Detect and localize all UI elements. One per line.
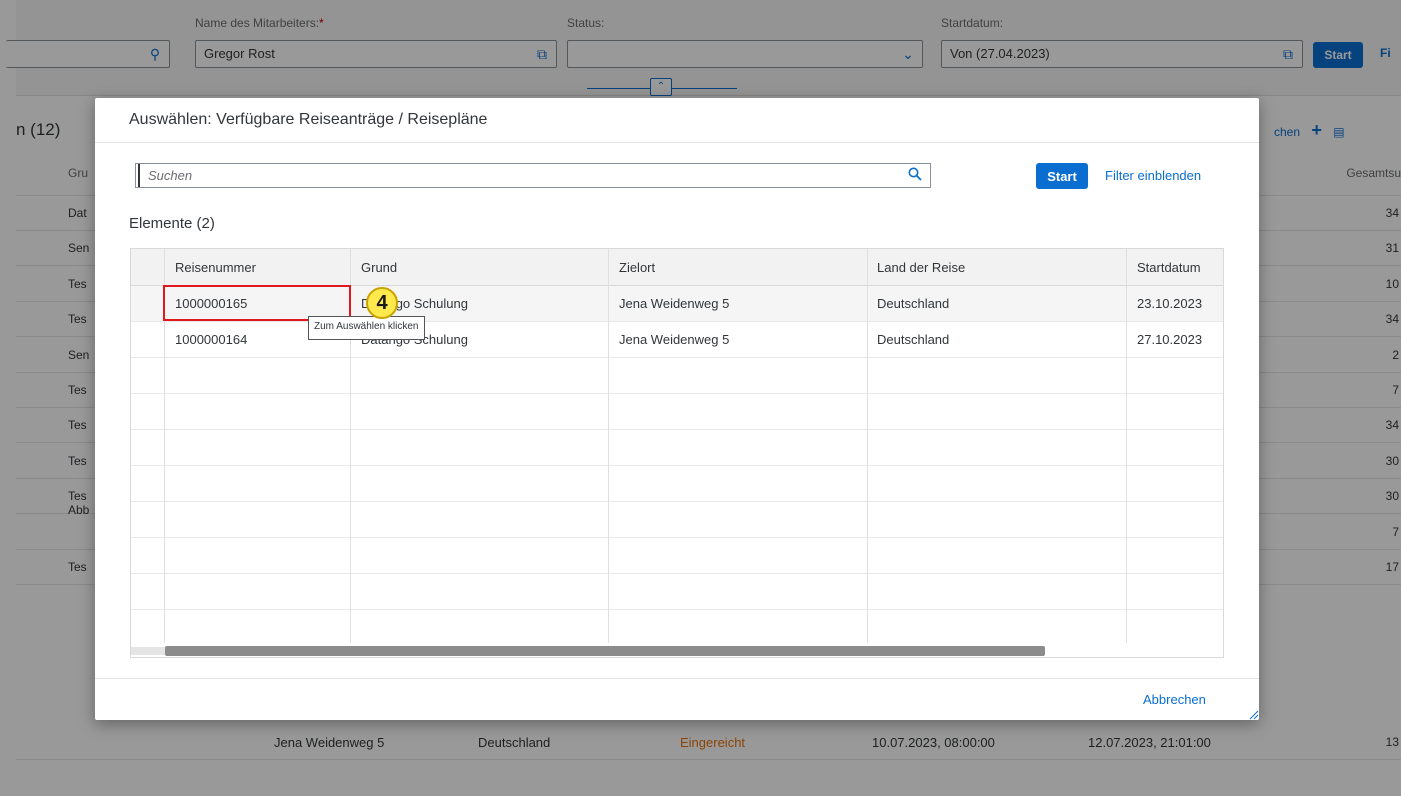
column-header-land[interactable]: Land der Reise [877,260,965,275]
cell-zielort: Jena Weidenweg 5 [619,296,730,311]
select-dialog: Auswählen: Verfügbare Reiseanträge / Rei… [95,98,1259,720]
elements-title: Elemente (2) [129,215,215,232]
column-header-grund[interactable]: Grund [361,260,397,275]
cell-zielort: Jena Weidenweg 5 [619,332,730,347]
scrollbar-track [131,647,165,655]
empty-row [131,502,1223,538]
empty-row [131,430,1223,466]
empty-row [131,358,1223,394]
empty-row [131,538,1223,574]
cell-land: Deutschland [877,296,950,311]
tooltip: Zum Auswählen klicken [308,316,425,340]
column-divider [1126,249,1127,643]
column-divider [608,249,609,643]
horizontal-scrollbar[interactable] [131,643,1223,657]
column-header-reisenummer[interactable]: Reisenummer [175,260,256,275]
column-divider [867,249,868,643]
search-box[interactable] [135,163,931,188]
cancel-button[interactable]: Abbrechen [1143,692,1206,707]
cell-land: Deutschland [877,332,950,347]
scrollbar-thumb[interactable] [165,646,1045,656]
column-header-startdatum[interactable]: Startdatum [1137,260,1201,275]
empty-row [131,610,1223,646]
cell-startdatum: 23.10.2023 [1137,296,1203,311]
show-filter-link[interactable]: Filter einblenden [1105,168,1201,183]
empty-row [131,574,1223,610]
divider [95,142,1259,143]
empty-row [131,466,1223,502]
cell-startdatum: 27.10.2023 [1137,332,1203,347]
step-number-badge: 4 [366,287,398,319]
page: ⚲ Name des Mitarbeiters:* Gregor Rost ⧉ … [0,0,1401,796]
empty-row [131,394,1223,430]
table-header: Reisenummer Grund Zielort Land der Reise… [131,249,1223,286]
table-row[interactable]: 1000000164 Datango Schulung Jena Weidenw… [131,322,1223,358]
cell-reisenummer[interactable]: 1000000164 [175,332,247,347]
search-icon[interactable] [908,167,922,181]
dialog-title: Auswählen: Verfügbare Reiseanträge / Rei… [129,111,488,128]
search-input[interactable] [138,164,878,187]
resize-handle-icon[interactable] [1247,708,1259,720]
divider [95,678,1259,679]
start-button[interactable]: Start [1036,163,1088,189]
column-header-zielort[interactable]: Zielort [619,260,655,275]
